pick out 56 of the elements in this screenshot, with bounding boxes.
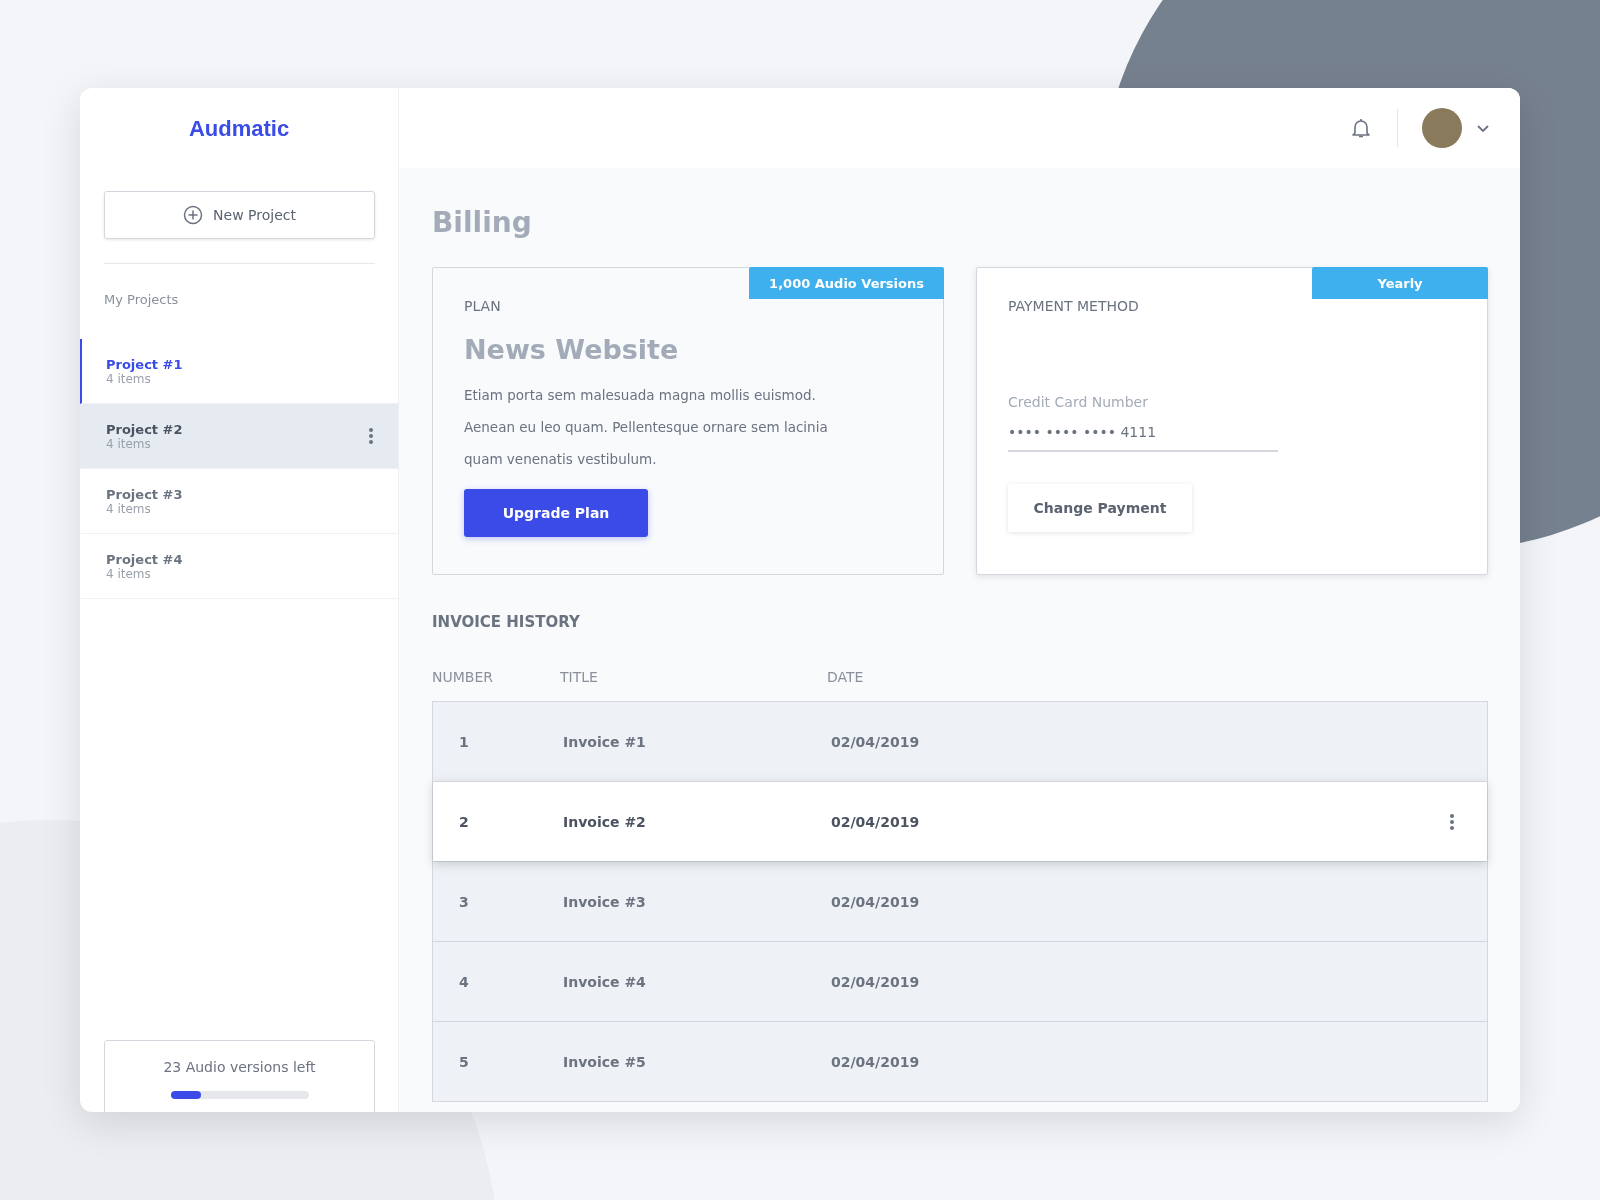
project-count: 4 items bbox=[106, 566, 151, 581]
avatar[interactable] bbox=[1422, 108, 1462, 148]
card-heading: PAYMENT METHOD bbox=[1008, 298, 1139, 314]
project-item[interactable]: Project #3 4 items bbox=[80, 469, 398, 534]
upgrade-plan-button[interactable]: Upgrade Plan bbox=[464, 489, 648, 537]
table-cell-text: Invoice #2 bbox=[563, 813, 647, 830]
chevron-down-icon[interactable] bbox=[1476, 123, 1490, 133]
invoice-row[interactable]: 2 Invoice #2 02/04/2019 bbox=[433, 781, 1487, 861]
table-cell-text: Invoice #1 bbox=[563, 733, 647, 750]
field-label: Credit Card Number bbox=[1008, 394, 1148, 410]
table-cell-text: 5 bbox=[459, 1053, 470, 1070]
table-cell-text: 02/04/2019 bbox=[831, 1053, 921, 1070]
invoice-row[interactable]: 5 Invoice #5 02/04/2019 bbox=[433, 1021, 1487, 1101]
plus-circle-icon bbox=[183, 205, 204, 225]
table-cell-text: Invoice #5 bbox=[563, 1053, 647, 1070]
project-name: Project #2 bbox=[106, 421, 183, 437]
project-name: Project #1 bbox=[106, 356, 183, 372]
project-name: Project #3 bbox=[106, 486, 183, 502]
project-count: 4 items bbox=[106, 501, 151, 516]
table-cell-text: 02/04/2019 bbox=[831, 813, 921, 830]
table-cell-text: 4 bbox=[459, 973, 470, 990]
column-header: DATE bbox=[827, 669, 864, 685]
brand-logo: Audmatic bbox=[187, 116, 291, 142]
project-count: 4 items bbox=[106, 436, 151, 451]
invoice-row[interactable]: 3 Invoice #3 02/04/2019 bbox=[433, 861, 1487, 941]
notification-bell-icon[interactable] bbox=[1351, 117, 1371, 139]
table-cell-text: 2 bbox=[459, 813, 470, 830]
table-cell-text: Invoice #4 bbox=[563, 973, 647, 990]
section-label: My Projects bbox=[104, 292, 180, 307]
more-icon[interactable] bbox=[368, 427, 374, 445]
project-name: Project #4 bbox=[106, 551, 183, 567]
plan-name: News Website bbox=[464, 334, 679, 365]
table-cell-text: 02/04/2019 bbox=[831, 893, 921, 910]
page-title: Billing bbox=[432, 206, 533, 239]
table-cell-text: 1 bbox=[459, 733, 470, 750]
table-cell-text: 02/04/2019 bbox=[831, 973, 921, 990]
section-heading: INVOICE HISTORY bbox=[432, 613, 581, 631]
plan-badge: 1,000 Audio Versions bbox=[749, 267, 944, 299]
table-cell-text: 3 bbox=[459, 893, 470, 910]
project-item[interactable]: Project #2 4 items bbox=[80, 404, 398, 469]
invoice-row[interactable]: 4 Invoice #4 02/04/2019 bbox=[433, 941, 1487, 1021]
new-project-button[interactable]: New Project bbox=[104, 191, 375, 239]
change-payment-button[interactable]: Change Payment bbox=[1008, 484, 1192, 532]
project-item[interactable]: Project #4 4 items bbox=[80, 534, 398, 599]
column-header: NUMBER bbox=[432, 669, 494, 685]
billing-period-badge: Yearly bbox=[1312, 267, 1488, 299]
more-icon[interactable] bbox=[1449, 812, 1455, 831]
card-heading: PLAN bbox=[464, 298, 501, 314]
table-cell-text: Invoice #3 bbox=[563, 893, 647, 910]
table-cell-text: 02/04/2019 bbox=[831, 733, 921, 750]
column-header: TITLE bbox=[560, 669, 599, 685]
project-count: 4 items bbox=[106, 371, 151, 386]
plan-description: Etiam porta sem malesuada magna mollis euismod. Aenean eu leo quam. Pellentesque ornare sem lacinia quam venenatis vestibulum. bbox=[464, 386, 829, 469]
usage-label: 23 Audio versions left bbox=[163, 1059, 316, 1075]
card-number-field[interactable]: •••• •••• •••• 4111 bbox=[1008, 420, 1278, 452]
invoice-row[interactable]: 1 Invoice #1 02/04/2019 bbox=[433, 702, 1487, 781]
